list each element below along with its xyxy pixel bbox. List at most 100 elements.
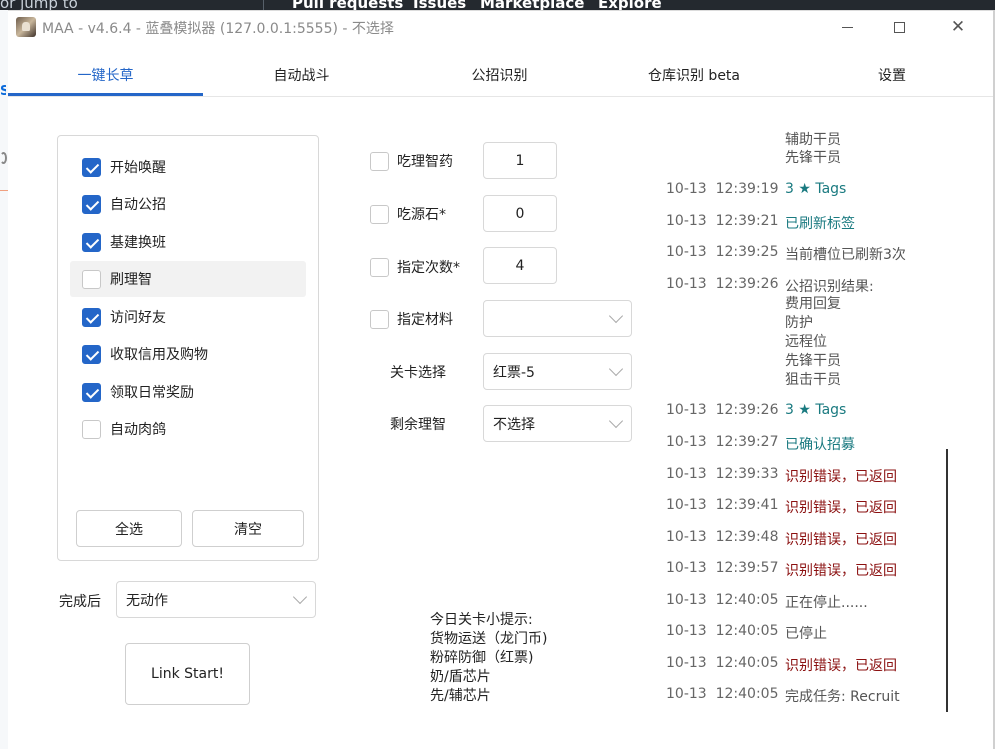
app-icon: [16, 17, 36, 37]
log-timestamp: 10-13 12:39:57: [666, 560, 779, 576]
log-timestamp: 10-13 12:39:33: [666, 466, 779, 482]
option-stone-label: 吃源石*: [397, 207, 446, 223]
log-continuation: 远程位: [785, 334, 827, 350]
tab-depot[interactable]: 仓库识别 beta: [624, 61, 764, 95]
log-continuation: 先锋干员: [785, 353, 841, 369]
log-continuation: 先锋干员: [785, 150, 841, 166]
log-message: 3 ★ Tags: [785, 181, 847, 197]
option-medicine[interactable]: 吃理智药: [370, 151, 453, 171]
after-completion-label: 完成后: [59, 594, 101, 610]
log-entry: 10-13 12:39:27 已确认招募: [666, 434, 855, 454]
log-timestamp: 10-13 12:39:21: [666, 213, 779, 229]
select-all-button[interactable]: 全选: [76, 510, 182, 547]
checkbox-unchecked[interactable]: [370, 309, 389, 329]
task-list-panel: 开始唤醒 自动公招 基建换班 刷理智 访问好友 收取信用及购物 领取日常奖励 自…: [57, 135, 319, 561]
log-message: 正在停止......: [785, 595, 868, 611]
minimize-icon: [841, 26, 853, 28]
log-continuation: 防护: [785, 315, 813, 331]
medicine-count-input[interactable]: 1: [483, 142, 557, 179]
log-message: 已刷新标签: [785, 216, 855, 232]
task-item-roguelike[interactable]: 自动肉鸽: [70, 411, 306, 447]
checkbox-unchecked[interactable]: [82, 269, 101, 289]
tab-recruit[interactable]: 公招识别: [432, 61, 567, 95]
log-message: 识别错误，已返回: [785, 563, 897, 579]
window-title: MAA - v4.6.4 - 蓝叠模拟器 (127.0.0.1:5555) - …: [42, 21, 394, 37]
option-stone[interactable]: 吃源石*: [370, 204, 446, 224]
clear-button[interactable]: 清空: [192, 510, 304, 547]
link-start-button[interactable]: Link Start!: [125, 643, 250, 705]
maximize-button[interactable]: [876, 11, 922, 43]
stage-tips: 今日关卡小提示: 货物运送（龙门币) 粉碎防御（红票) 奶/盾芯片 先/辅芯片: [430, 611, 547, 706]
log-timestamp: 10-13 12:39:26: [666, 276, 779, 292]
task-item-recruit[interactable]: 自动公招: [70, 186, 306, 222]
task-label: 领取日常奖励: [110, 385, 194, 401]
task-label: 基建换班: [110, 235, 166, 251]
log-timestamp: 10-13 12:39:41: [666, 497, 779, 513]
log-entry: 10-13 12:40:05 正在停止......: [666, 592, 868, 612]
checkbox-unchecked[interactable]: [370, 151, 389, 171]
tab-settings[interactable]: 设置: [842, 61, 942, 95]
checkbox-unchecked[interactable]: [370, 257, 389, 277]
log-timestamp: 10-13 12:40:05: [666, 592, 779, 608]
stage-select[interactable]: 红票-5: [483, 353, 632, 390]
task-item-fight[interactable]: 刷理智: [70, 261, 306, 297]
log-message: 识别错误，已返回: [785, 500, 897, 516]
stage-tip-line: 先/辅芯片: [430, 688, 491, 704]
log-message: 3 ★ Tags: [785, 402, 847, 418]
background-letter: S: [0, 84, 6, 98]
log-continuation: 狙击干员: [785, 372, 841, 388]
option-medicine-label: 吃理智药: [397, 154, 453, 170]
checkbox-checked[interactable]: [82, 307, 101, 327]
stone-count-input[interactable]: 0: [483, 195, 557, 232]
minimize-button[interactable]: [824, 11, 870, 43]
log-timestamp: 10-13 12:40:05: [666, 686, 779, 702]
task-item-visit[interactable]: 访问好友: [70, 299, 306, 335]
stage-tip-line: 奶/盾芯片: [430, 669, 491, 685]
checkbox-checked[interactable]: [82, 382, 101, 402]
log-scrollbar[interactable]: [946, 449, 948, 712]
log-entry: 10-13 12:39:21 已刷新标签: [666, 213, 855, 233]
log-timestamp: 10-13 12:40:05: [666, 623, 779, 639]
log-entry: 10-13 12:40:05 已停止: [666, 623, 827, 643]
after-completion-select[interactable]: 无动作: [116, 581, 316, 618]
tab-farming[interactable]: 一键长草: [8, 61, 203, 95]
option-material-label: 指定材料: [397, 312, 453, 328]
close-button[interactable]: ✕: [935, 11, 981, 43]
task-label: 自动公招: [110, 197, 166, 213]
tab-auto-battle[interactable]: 自动战斗: [234, 61, 369, 95]
option-material[interactable]: 指定材料: [370, 309, 453, 329]
remaining-sanity-select[interactable]: 不选择: [483, 405, 632, 442]
checkbox-checked[interactable]: [82, 157, 101, 177]
task-item-infrast[interactable]: 基建换班: [70, 224, 306, 260]
task-item-wakeup[interactable]: 开始唤醒: [70, 149, 306, 185]
maa-window: MAA - v4.6.4 - 蓝叠模拟器 (127.0.0.1:5555) - …: [8, 10, 993, 749]
material-select[interactable]: [483, 300, 632, 337]
task-label: 开始唤醒: [110, 160, 166, 176]
task-item-award[interactable]: 领取日常奖励: [70, 374, 306, 410]
task-item-mall[interactable]: 收取信用及购物: [70, 336, 306, 372]
log-timestamp: 10-13 12:39:27: [666, 434, 779, 450]
checkbox-checked[interactable]: [82, 344, 101, 364]
checkbox-unchecked[interactable]: [370, 204, 389, 224]
checkbox-checked[interactable]: [82, 232, 101, 252]
background-divider-line: [0, 190, 8, 191]
times-count-input[interactable]: 4: [483, 247, 557, 284]
log-message: 识别错误，已返回: [785, 532, 897, 548]
close-icon: ✕: [950, 16, 966, 37]
checkbox-checked[interactable]: [82, 194, 101, 214]
log-continuation: 辅助干员: [785, 132, 841, 148]
task-label: 刷理智: [110, 272, 152, 288]
checkbox-unchecked[interactable]: [82, 419, 101, 439]
log-timestamp: 10-13 12:39:48: [666, 529, 779, 545]
stage-value: 红票-5: [493, 364, 535, 381]
chevron-down-icon: [292, 589, 308, 604]
task-label: 收取信用及购物: [110, 347, 208, 363]
title-bar[interactable]: MAA - v4.6.4 - 蓝叠模拟器 (127.0.0.1:5555) - …: [8, 11, 993, 43]
log-entry: 10-13 12:39:26 3 ★ Tags: [666, 402, 846, 418]
option-times[interactable]: 指定次数*: [370, 257, 460, 277]
log-message: 识别错误，已返回: [785, 658, 897, 674]
log-message: 已确认招募: [785, 437, 855, 453]
log-entry: 10-13 12:39:33 识别错误，已返回: [666, 466, 897, 486]
log-entry: 10-13 12:40:05 完成任务: Recruit: [666, 686, 900, 706]
log-message: 公招识别结果:: [785, 279, 874, 295]
